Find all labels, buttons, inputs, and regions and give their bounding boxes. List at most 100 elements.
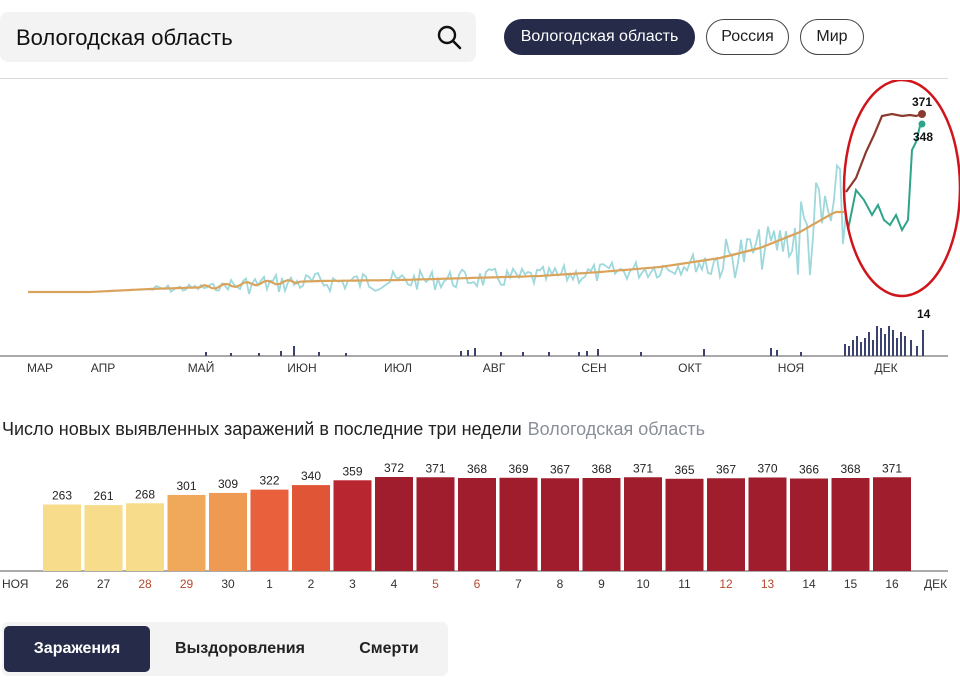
death-bar (848, 346, 850, 356)
death-bar (910, 340, 912, 356)
bar (458, 478, 496, 571)
average-end-label: 371 (912, 95, 932, 109)
month-label: СЕН (581, 361, 606, 375)
death-bar (852, 340, 854, 356)
bar (292, 485, 330, 571)
bar (43, 504, 81, 571)
bar-date-label: 28 (138, 577, 152, 591)
bar-date-label: 1 (266, 577, 273, 591)
death-bar (876, 326, 878, 356)
bar (624, 477, 662, 571)
bar-value-label: 368 (591, 462, 611, 476)
month-label: НОЯ (778, 361, 804, 375)
month-label: МАЙ (188, 360, 215, 375)
bar-date-label: 10 (636, 577, 650, 591)
bar-value-label: 367 (716, 462, 736, 476)
death-bar (345, 353, 347, 356)
bar-date-label: 27 (97, 577, 111, 591)
month-label: АПР (91, 361, 116, 375)
death-bar (205, 352, 207, 356)
bar (665, 478, 704, 571)
region-tab-world[interactable]: Мир (800, 19, 864, 55)
death-bar (522, 352, 524, 356)
bar-value-label: 301 (176, 479, 196, 493)
bar-date-label: 6 (474, 577, 481, 591)
month-axis: МАР АПР МАЙ ИЮН ИЮЛ АВГ СЕН ОКТ НОЯ ДЕК (27, 360, 898, 375)
bar (831, 478, 870, 571)
death-bar (597, 349, 599, 356)
daily-infections-bar-chart: НОЯ ДЕК 26326261272682830129309303221340… (0, 461, 948, 591)
bar-date-label: 29 (180, 577, 194, 591)
death-bar (293, 346, 295, 356)
search-value: Вологодская область (16, 25, 233, 50)
bar-value-label: 322 (259, 474, 279, 488)
bar (416, 477, 455, 571)
bar-date-label: 2 (308, 577, 315, 591)
bar-date-label: 14 (802, 577, 816, 591)
bar (126, 503, 164, 571)
average-line (28, 210, 844, 294)
bar-chart-region: Вологодская область (527, 419, 705, 439)
month-label: ИЮЛ (384, 361, 412, 375)
death-bar (460, 351, 462, 356)
search-input[interactable]: Вологодская область (0, 12, 476, 62)
death-bar (776, 350, 778, 356)
death-bar (892, 330, 894, 356)
daily-end-label: 348 (913, 130, 933, 144)
tab-deaths[interactable]: Смерти (330, 626, 448, 672)
month-label: ИЮН (287, 361, 316, 375)
daily-end-dot (918, 120, 926, 128)
deaths-bars (205, 326, 924, 356)
death-bar (800, 352, 802, 356)
death-bar (318, 352, 320, 356)
bar-chart-title: Число новых выявленных заражений в после… (2, 419, 705, 440)
bar-value-label: 372 (384, 461, 404, 475)
bar-date-label: 9 (598, 577, 605, 591)
death-bar (872, 340, 874, 356)
metric-tabs: Заражения Выздоровления Смерти (2, 622, 448, 676)
bar (333, 480, 372, 571)
death-bar (500, 352, 502, 356)
bar-value-label: 370 (757, 462, 777, 476)
death-bar (770, 348, 772, 356)
bar-value-label: 359 (342, 464, 362, 478)
death-bar (230, 353, 232, 356)
death-bar (258, 353, 260, 356)
death-bar (922, 330, 924, 356)
death-bar (900, 332, 902, 356)
death-bar (904, 336, 906, 356)
death-bar (916, 346, 918, 356)
bar (748, 477, 787, 571)
death-bar (868, 332, 870, 356)
region-tab-russia[interactable]: Россия (706, 19, 789, 55)
bar (790, 478, 828, 571)
bar-date-label: 7 (515, 577, 522, 591)
month-label: ДЕК (874, 361, 897, 375)
daily-cases-recent-line (847, 123, 923, 233)
death-bar (856, 336, 858, 356)
death-bar (467, 350, 469, 356)
bar-value-label: 368 (467, 462, 487, 476)
death-bar (884, 334, 886, 356)
tab-recoveries[interactable]: Выздоровления (160, 626, 320, 672)
search-icon[interactable] (436, 24, 462, 50)
bar-chart-end-label: ДЕК (924, 577, 947, 591)
bar (707, 478, 745, 571)
region-tab-vologda[interactable]: Вологодская область (504, 19, 695, 55)
bar (582, 478, 621, 571)
month-label: МАР (27, 361, 53, 375)
bar-date-label: 5 (432, 577, 439, 591)
bar-date-label: 15 (844, 577, 858, 591)
bar (209, 492, 247, 571)
bar (375, 477, 413, 571)
bar-date-label: 16 (885, 577, 899, 591)
bar-date-label: 26 (55, 577, 69, 591)
death-bar (860, 342, 862, 356)
tab-infections[interactable]: Заражения (4, 626, 150, 672)
top-divider (0, 78, 948, 79)
bar-date-label: 3 (349, 577, 356, 591)
bar-date-label: 13 (761, 577, 775, 591)
month-label: АВГ (483, 361, 506, 375)
average-end-dot (918, 110, 926, 118)
death-bar (703, 349, 705, 356)
